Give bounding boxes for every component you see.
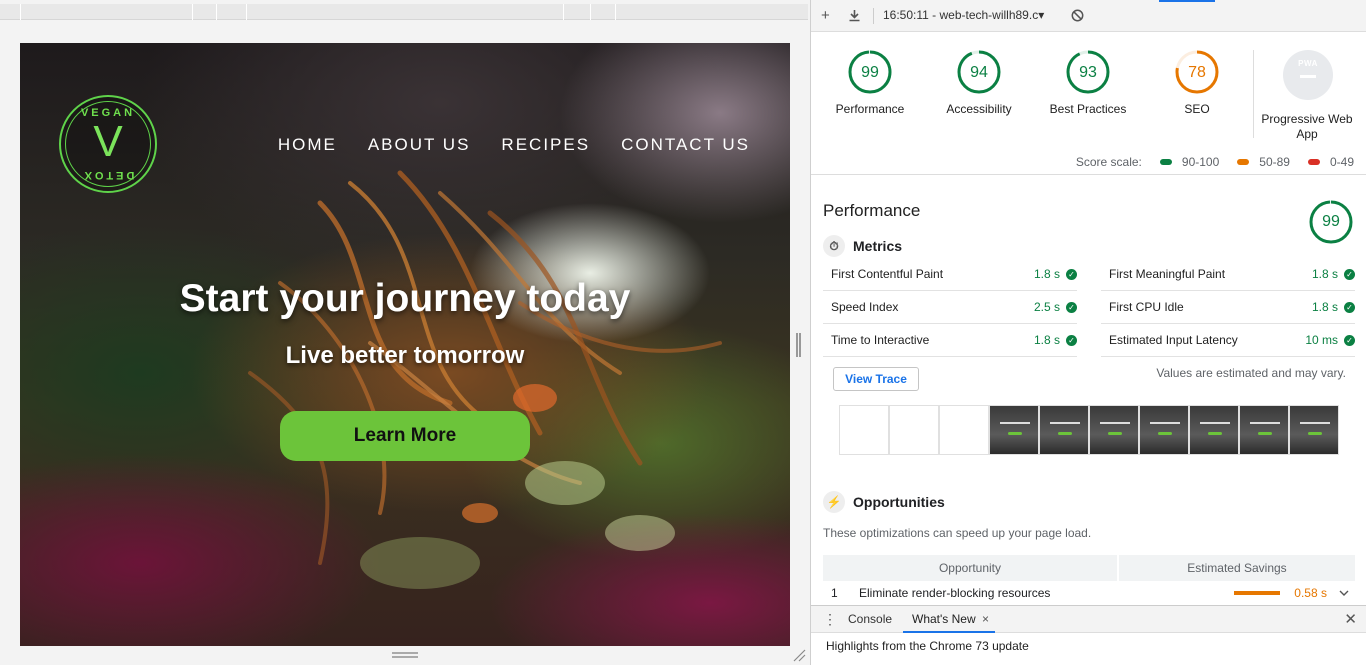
score-scale-label: Score scale: — [1075, 155, 1142, 169]
viewport-area: VEGAN V DETOX HOME ABOUT US RECIPES CONT… — [0, 0, 810, 665]
performance-score: 99 — [1322, 213, 1340, 230]
nav-contact-us[interactable]: CONTACT US — [621, 135, 750, 155]
nav-home[interactable]: HOME — [278, 135, 337, 155]
block-icon[interactable] — [1071, 9, 1084, 22]
filmstrip-frame[interactable] — [1289, 405, 1339, 455]
score-scale: Score scale: 90-100 50-89 0-49 — [1075, 155, 1354, 169]
hero-title: Start your journey today — [179, 277, 631, 320]
nav-about-us[interactable]: ABOUT US — [368, 135, 471, 155]
filmstrip-frame[interactable] — [939, 405, 989, 455]
check-icon: ✓ — [1344, 301, 1355, 313]
filmstrip-frame[interactable] — [1139, 405, 1189, 455]
metric-row: Estimated Input Latency 10 ms ✓ — [1101, 324, 1355, 357]
viewport-height-resize-handle[interactable] — [392, 652, 418, 658]
gauge-score: 93 — [1079, 64, 1097, 81]
check-icon: ✓ — [1344, 268, 1355, 280]
close-drawer-icon[interactable]: ✕ — [1344, 610, 1357, 628]
close-tab-icon[interactable]: × — [982, 612, 989, 626]
pass-dot-icon — [1159, 159, 1172, 165]
opportunities-title: Opportunities — [853, 494, 945, 510]
opportunities-table-header: Opportunity Estimated Savings — [823, 555, 1355, 581]
col-opportunity: Opportunity — [823, 555, 1117, 581]
filmstrip-frame[interactable] — [1089, 405, 1139, 455]
tab-console[interactable]: Console — [848, 612, 892, 626]
pwa-label: Progressive Web App — [1261, 112, 1353, 141]
gauge-performance[interactable]: 99 Performance — [815, 48, 925, 117]
check-icon: ✓ — [1066, 301, 1077, 313]
gauge-label: Performance — [835, 102, 905, 116]
website-preview: VEGAN V DETOX HOME ABOUT US RECIPES CONT… — [20, 43, 790, 646]
metric-row: First Contentful Paint 1.8 s ✓ — [823, 258, 1077, 291]
media-query-bar[interactable] — [0, 4, 808, 20]
metrics-title: Metrics — [853, 238, 903, 254]
check-icon: ✓ — [1344, 334, 1355, 346]
check-icon: ✓ — [1066, 334, 1077, 346]
opportunities-header: ⚡ Opportunities — [823, 491, 945, 513]
filmstrip-frame[interactable] — [1239, 405, 1289, 455]
metrics-header: ⏱ Metrics — [823, 235, 902, 257]
filmstrip-frame[interactable] — [839, 405, 889, 455]
filmstrip-frame[interactable] — [1039, 405, 1089, 455]
gauge-score: 99 — [861, 64, 879, 81]
corner-resize-icon[interactable] — [792, 648, 806, 662]
learn-more-button[interactable]: Learn More — [280, 411, 530, 461]
tab-whats-new[interactable]: What's New × — [903, 612, 995, 633]
gauge-best-practices[interactable]: 93 Best Practices — [1033, 48, 1143, 117]
fail-dot-icon — [1307, 159, 1320, 165]
devtools-panel: + 16:50:11 - web-tech-willh89.c▾ 99 Perf… — [810, 0, 1366, 665]
devtools-drawer: ⋮ Console What's New × ✕ Highlights from… — [811, 605, 1366, 665]
filmstrip-frame[interactable] — [889, 405, 939, 455]
col-estimated-savings: Estimated Savings — [1119, 555, 1355, 581]
audits-toolbar: + 16:50:11 - web-tech-willh89.c▾ — [811, 0, 1366, 32]
metric-row: First Meaningful Paint 1.8 s ✓ — [1101, 258, 1355, 291]
opportunity-icon: ⚡ — [823, 491, 845, 513]
performance-title: Performance — [823, 201, 921, 220]
metric-row: Speed Index 2.5 s ✓ — [823, 291, 1077, 324]
view-trace-button[interactable]: View Trace — [833, 367, 919, 391]
vegan-detox-logo[interactable]: VEGAN V DETOX — [59, 95, 157, 193]
stopwatch-icon: ⏱ — [823, 235, 845, 257]
gauge-score: 78 — [1188, 64, 1206, 81]
main-nav: HOME ABOUT US RECIPES CONTACT US — [278, 135, 750, 155]
viewport-width-resize-handle[interactable] — [796, 333, 801, 357]
estimate-note: Values are estimated and may vary. — [1156, 366, 1346, 380]
performance-score-gauge: 99 — [1307, 198, 1355, 251]
filmstrip-frame[interactable] — [989, 405, 1039, 455]
gauge-seo[interactable]: 78 SEO — [1142, 48, 1252, 117]
gauge-score: 94 — [970, 64, 988, 81]
gauge-accessibility[interactable]: 94 Accessibility — [924, 48, 1034, 117]
average-dot-icon — [1237, 159, 1250, 165]
nav-recipes[interactable]: RECIPES — [501, 135, 590, 155]
savings-bar — [1234, 591, 1281, 595]
opportunities-description: These optimizations can speed up your pa… — [823, 526, 1092, 540]
opportunity-row[interactable]: 1 Eliminate render-blocking resources 0.… — [823, 583, 1355, 603]
check-icon: ✓ — [1066, 268, 1077, 280]
logo-letter: V — [93, 117, 123, 166]
report-selector[interactable]: 16:50:11 - web-tech-willh89.c▾ — [883, 8, 1044, 22]
download-icon[interactable] — [848, 9, 861, 22]
gauge-pwa-label-wrap[interactable]: Progressive Web App — [1252, 106, 1362, 142]
chevron-down-icon[interactable] — [1339, 588, 1349, 598]
gauge-label: Best Practices — [1049, 102, 1127, 116]
hero-subtitle: Live better tomorrow — [285, 342, 525, 369]
whats-new-message: Highlights from the Chrome 73 update — [826, 639, 1029, 653]
screen: VEGAN V DETOX HOME ABOUT US RECIPES CONT… — [0, 0, 1366, 665]
gauge-label: Accessibility — [946, 102, 1012, 116]
metric-row: First CPU Idle 1.8 s ✓ — [1101, 291, 1355, 324]
metric-row: Time to Interactive 1.8 s ✓ — [823, 324, 1077, 357]
filmstrip — [839, 405, 1349, 455]
logo-bottom-text: DETOX — [81, 169, 135, 181]
plus-icon[interactable]: + — [821, 7, 830, 24]
drawer-tabs: ⋮ Console What's New × ✕ — [811, 606, 1366, 633]
pwa-badge-icon[interactable]: PWA — [1283, 50, 1333, 100]
more-vertical-icon[interactable]: ⋮ — [823, 611, 837, 628]
filmstrip-frame[interactable] — [1189, 405, 1239, 455]
gauge-label: SEO — [1184, 102, 1210, 116]
